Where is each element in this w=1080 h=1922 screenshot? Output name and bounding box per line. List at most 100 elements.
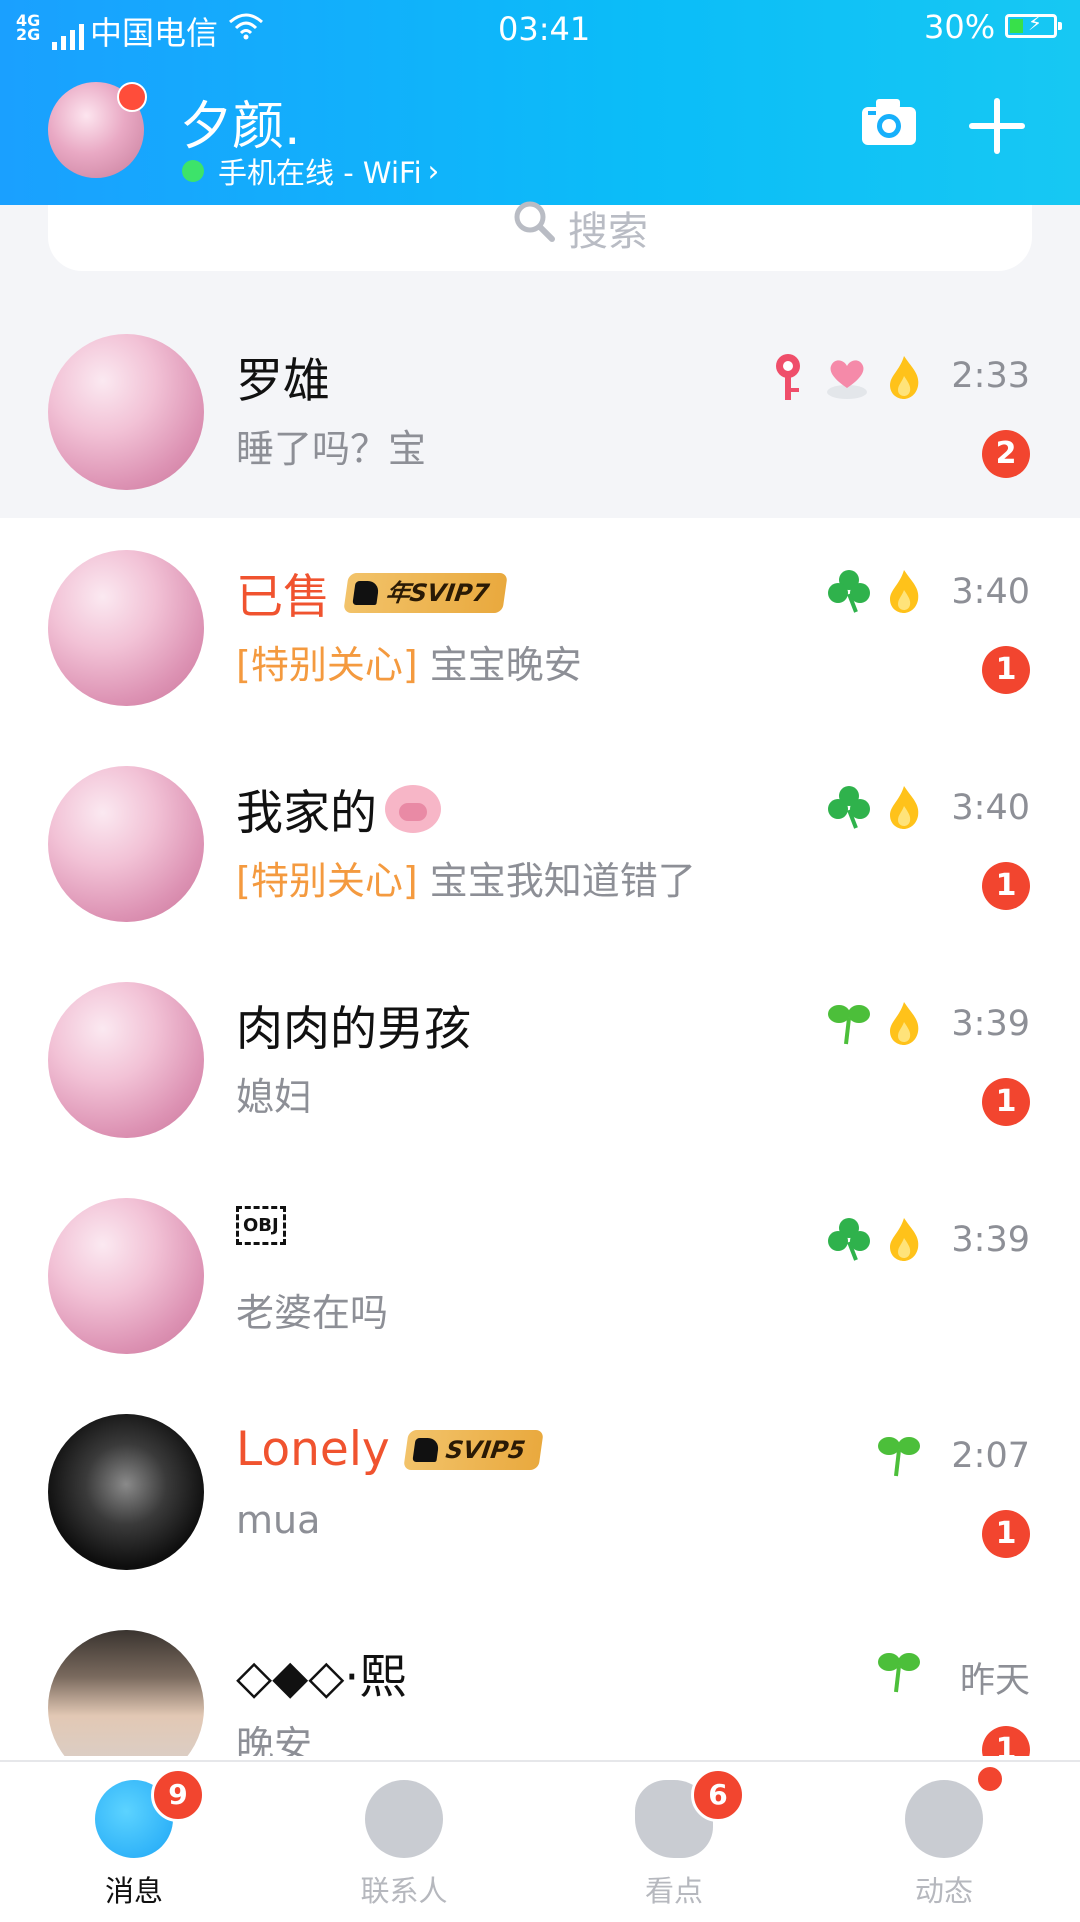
conversation-row[interactable]: Lonely SVIP5 mua 2:07 1 (0, 1382, 1080, 1598)
online-status[interactable]: 手机在线 - WiFi › (182, 150, 439, 192)
relationship-icons (826, 1000, 936, 1050)
avatar[interactable] (48, 766, 204, 922)
app-header: 4G 2G 中国电信 03:41 30% ⚡ 夕颜. 手机在线 - WiFi › (0, 0, 1080, 205)
signal-icon (52, 12, 88, 50)
sprout-icon (876, 1648, 922, 1698)
contact-name-text: OBJ (236, 1206, 286, 1245)
camera-button[interactable] (860, 97, 918, 151)
flame-icon (886, 1000, 922, 1050)
contact-name: 已售 年SVIP7 (236, 558, 508, 627)
message-time: 昨天 (959, 1661, 1030, 1701)
relationship-icons (826, 568, 936, 618)
message-preview: 晚安 (236, 1714, 312, 1756)
heart-ring-icon (822, 354, 872, 404)
message-text: 媳妇 (236, 1075, 313, 1119)
conversation-row[interactable]: OBJ 老婆在吗 3:39 (0, 1166, 1080, 1382)
camera-icon (862, 99, 916, 145)
message-preview: 睡了吗？宝 (236, 418, 426, 473)
contact-name: 肉肉的男孩 (236, 990, 471, 1059)
add-button[interactable] (965, 94, 1029, 158)
wifi-icon (228, 10, 264, 48)
contact-name-text: ◇◆◇·熙 (236, 1650, 407, 1705)
key-icon (768, 352, 808, 406)
flame-icon (886, 354, 922, 404)
online-dot-icon (182, 160, 204, 182)
contact-name-text: 罗雄 (236, 354, 330, 409)
message-time: 3:40 (951, 572, 1030, 612)
battery-icon: ⚡ (1005, 11, 1062, 38)
contact-name: Lonely SVIP5 (236, 1422, 544, 1477)
clover-icon (826, 1216, 872, 1266)
contact-name-text: 肉肉的男孩 (236, 1002, 471, 1057)
message-text: 老婆在吗 (236, 1291, 389, 1335)
clover-icon (826, 784, 872, 834)
eye-icon: 6 (635, 1768, 745, 1858)
contact-name-text: Lonely (236, 1422, 390, 1477)
conversation-row[interactable]: ◇◆◇·熙晚安 昨天 1 (0, 1598, 1080, 1756)
relationship-icons (876, 1648, 936, 1698)
conversation-row[interactable]: 罗雄睡了吗？宝 2:33 2 (0, 302, 1080, 518)
avatar[interactable] (48, 1414, 204, 1570)
message-time: 3:39 (951, 1004, 1030, 1044)
contact-name: 我家的 (236, 774, 441, 843)
chevron-right-icon: › (427, 154, 440, 188)
message-text: 睡了吗？宝 (236, 427, 427, 471)
tab-badge: 9 (151, 1768, 205, 1822)
flame-icon (886, 568, 922, 618)
message-preview: [特别关心] 宝宝我知道错了 (236, 850, 696, 905)
special-care-tag: [特别关心] (236, 643, 418, 687)
clover-icon (826, 568, 872, 618)
carrier-name: 中国电信 (90, 14, 219, 52)
message-time: 2:33 (951, 356, 1030, 396)
online-status-text: 手机在线 - WiFi (218, 156, 422, 190)
tab-label: 联系人 (360, 1874, 448, 1908)
message-text: 晚安 (236, 1723, 313, 1756)
message-time: 3:39 (951, 1220, 1030, 1260)
status-bar: 4G 2G 中国电信 03:41 30% ⚡ (0, 0, 1080, 58)
tab-contacts[interactable]: 联系人 (304, 1780, 504, 1910)
search-placeholder: 搜索 (568, 209, 648, 255)
conversation-row[interactable]: 已售 年SVIP7 [特别关心] 宝宝晚安 3:40 1 (0, 518, 1080, 734)
avatar[interactable] (48, 334, 204, 490)
profile-nickname[interactable]: 夕颜. (180, 84, 301, 159)
bottom-tab-bar: 9 消息 联系人 6 看点 动态 (0, 1760, 1080, 1922)
battery-percent: 30% (924, 8, 996, 46)
contact-name-text: 已售 (236, 570, 330, 625)
unread-badge: 1 (982, 1078, 1030, 1126)
svip-badge: 年SVIP7 (343, 572, 508, 613)
notification-dot (975, 1764, 1005, 1794)
sprout-icon (876, 1432, 922, 1482)
relationship-icons (876, 1432, 936, 1482)
tab-badge: 6 (691, 1768, 745, 1822)
conversation-row[interactable]: 肉肉的男孩媳妇 3:39 1 (0, 950, 1080, 1166)
tab-messages[interactable]: 9 消息 (34, 1768, 234, 1910)
relationship-icons (826, 784, 936, 834)
avatar[interactable] (48, 1630, 204, 1756)
unread-badge: 2 (982, 430, 1030, 478)
avatar[interactable] (48, 982, 204, 1138)
tab-watch[interactable]: 6 看点 (574, 1768, 774, 1910)
tab-label: 消息 (104, 1874, 163, 1908)
avatar[interactable] (48, 550, 204, 706)
conversation-row[interactable]: 我家的 [特别关心] 宝宝我知道错了 3:40 1 (0, 734, 1080, 950)
message-time: 2:07 (951, 1436, 1030, 1476)
tab-label: 看点 (644, 1874, 703, 1908)
unread-badge: 1 (982, 862, 1030, 910)
flame-icon (886, 784, 922, 834)
message-text: mua (236, 1498, 321, 1542)
notification-dot (117, 82, 147, 112)
avatar[interactable] (48, 1198, 204, 1354)
unread-badge: 1 (982, 1726, 1030, 1756)
search-input[interactable]: 搜索 (48, 201, 1032, 271)
tab-moments[interactable]: 动态 (844, 1764, 1044, 1910)
message-preview: [特别关心] 宝宝晚安 (236, 634, 582, 689)
pig-emoji-icon (385, 784, 441, 833)
contact-person-icon (365, 1780, 443, 1858)
unread-badge: 1 (982, 1510, 1030, 1558)
special-care-tag: [特别关心] (236, 859, 418, 903)
contact-name: ◇◆◇·熙 (236, 1638, 406, 1707)
search-icon (512, 199, 556, 247)
contact-name: OBJ (236, 1206, 286, 1245)
planet-star-icon (905, 1764, 1005, 1858)
network-type: 4G 2G (16, 11, 41, 44)
